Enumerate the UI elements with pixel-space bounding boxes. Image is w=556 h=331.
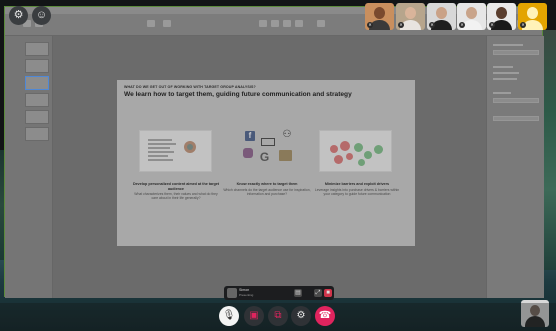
column-1-title: Develop personalized content aimed at th…: [132, 182, 220, 191]
slide-headline: We learn how to target them, guiding fut…: [124, 91, 352, 98]
participant-tile[interactable]: ✕: [518, 3, 547, 30]
phone-hangup-icon: ☎: [318, 310, 332, 321]
desktop-background-right: [543, 30, 556, 270]
leave-call-button[interactable]: ☎: [315, 306, 335, 326]
format-inspector: [486, 36, 544, 298]
camera-button[interactable]: ▣: [244, 306, 264, 326]
mic-muted-icon: ✕: [520, 22, 526, 28]
mic-muted-icon: ✕: [367, 22, 373, 28]
slide-navigator: [5, 36, 53, 298]
gear-icon: ⚙: [296, 310, 306, 321]
drivers-barriers-image: [319, 130, 392, 172]
column-2-title: Know exactly where to target them: [236, 182, 298, 186]
column-3-title: Minimize barriers and exploit drivers: [324, 182, 390, 186]
presenter-name: Simon: [239, 288, 250, 292]
mic-muted-icon: ✕: [489, 22, 495, 28]
column-3-body: Leverage insights into purchase drivers …: [314, 188, 400, 197]
participant-tile[interactable]: ✕: [457, 3, 486, 30]
slide-kicker: WHAT DO WE GET OUT OF WORKING WITH TARGE…: [124, 85, 256, 89]
slide: WHAT DO WE GET OUT OF WORKING WITH TARGE…: [117, 80, 415, 246]
camera-off-icon: ▣: [249, 310, 259, 321]
column-1-body: What characterizes them, their values an…: [134, 192, 218, 201]
add-person-icon[interactable]: ☺: [32, 6, 51, 25]
fullscreen-icon[interactable]: ⤢: [314, 289, 322, 297]
laptop-icon: [261, 138, 275, 146]
store-icon: [279, 150, 292, 161]
participant-tile[interactable]: ✕: [365, 3, 394, 30]
stop-sharing-button[interactable]: ■: [324, 289, 332, 297]
mic-muted-icon: ✕: [398, 22, 404, 28]
share-screen-button[interactable]: ⧉: [268, 306, 288, 326]
mic-muted-icon: ✕: [429, 22, 435, 28]
meeting-window: WHAT DO WE GET OUT OF WORKING WITH TARGE…: [0, 0, 556, 331]
microphone-button[interactable]: 🎙: [219, 306, 239, 326]
participant-tile[interactable]: ✕: [487, 3, 516, 30]
people-icon: ⚇: [282, 129, 292, 140]
mic-muted-icon: ✕: [459, 22, 465, 28]
settings-button[interactable]: ⚙: [291, 306, 311, 326]
column-2-body: Which channels do the target audience us…: [223, 188, 311, 197]
presenter-avatar: [227, 288, 237, 298]
participant-tile[interactable]: ✕: [396, 3, 425, 30]
content-mockup-image: [139, 130, 212, 172]
presenter-bar: Simon Presenting ▤ ⤢ ■: [224, 286, 334, 300]
google-icon: G: [259, 150, 270, 164]
participant-tile[interactable]: ✕: [427, 3, 456, 30]
settings-icon[interactable]: ⚙: [9, 6, 28, 25]
share-screen-icon: ⧉: [274, 310, 282, 321]
mic-icon: 🎙: [222, 310, 236, 321]
facebook-icon: f: [245, 131, 255, 141]
presenter-status: Presenting: [239, 293, 254, 297]
instagram-icon: [243, 148, 253, 158]
pin-icon[interactable]: ▤: [294, 289, 302, 297]
